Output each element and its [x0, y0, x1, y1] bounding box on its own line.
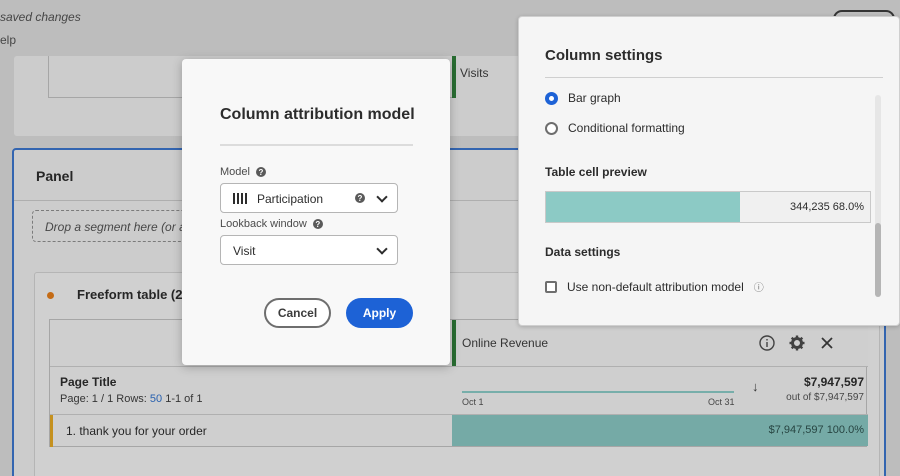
lookback-field-label: Lookback window ? — [220, 218, 323, 230]
preview-value-text: 344,235 68.0% — [789, 201, 864, 213]
info-icon[interactable]: ⓘ — [754, 279, 764, 294]
model-label-text: Model — [220, 166, 250, 178]
model-select-value: Participation — [257, 192, 324, 206]
preview-bar-fill — [546, 192, 741, 222]
table-cell-preview-heading: Table cell preview — [545, 165, 647, 179]
attribution-checkbox-label: Use non-default attribution model — [567, 279, 744, 294]
model-field-label: Model ? — [220, 166, 266, 178]
lookback-select-value: Visit — [233, 244, 256, 258]
cancel-button[interactable]: Cancel — [264, 298, 331, 328]
attribution-checkbox-row[interactable]: Use non-default attribution model ⓘ — [545, 279, 764, 294]
help-icon[interactable]: ? — [255, 167, 266, 177]
dialog-title: Column attribution model — [220, 106, 415, 123]
radio-unselected-icon[interactable] — [545, 121, 558, 135]
help-icon[interactable]: ? — [355, 193, 365, 203]
table-cell-preview: 344,235 68.0% — [545, 191, 871, 223]
chevron-down-icon — [376, 243, 388, 255]
attribution-model-dialog: Column attribution model Model ? Partici… — [182, 59, 450, 365]
participation-model-icon — [233, 193, 247, 204]
scrollbar-thumb[interactable] — [875, 223, 881, 297]
column-settings-panel: Column settings Bar graph Conditional fo… — [518, 16, 900, 326]
attribution-checkbox[interactable] — [545, 280, 557, 293]
lookback-window-select[interactable]: Visit — [220, 235, 398, 265]
lookback-label-text: Lookback window — [220, 218, 307, 230]
help-icon[interactable]: ? — [312, 219, 323, 229]
apply-button[interactable]: Apply — [346, 298, 413, 328]
column-settings-title: Column settings — [545, 47, 663, 64]
dialog-divider — [220, 144, 413, 146]
conditional-formatting-label: Conditional formatting — [568, 121, 685, 135]
data-settings-heading: Data settings — [545, 245, 621, 259]
conditional-formatting-option[interactable]: Conditional formatting — [545, 121, 685, 135]
radio-selected-icon[interactable] — [545, 91, 558, 105]
bar-graph-label: Bar graph — [568, 91, 621, 105]
model-select[interactable]: Participation ? — [220, 183, 398, 213]
bar-graph-option[interactable]: Bar graph — [545, 91, 621, 105]
chevron-down-icon — [376, 191, 388, 203]
column-settings-divider — [545, 77, 883, 78]
